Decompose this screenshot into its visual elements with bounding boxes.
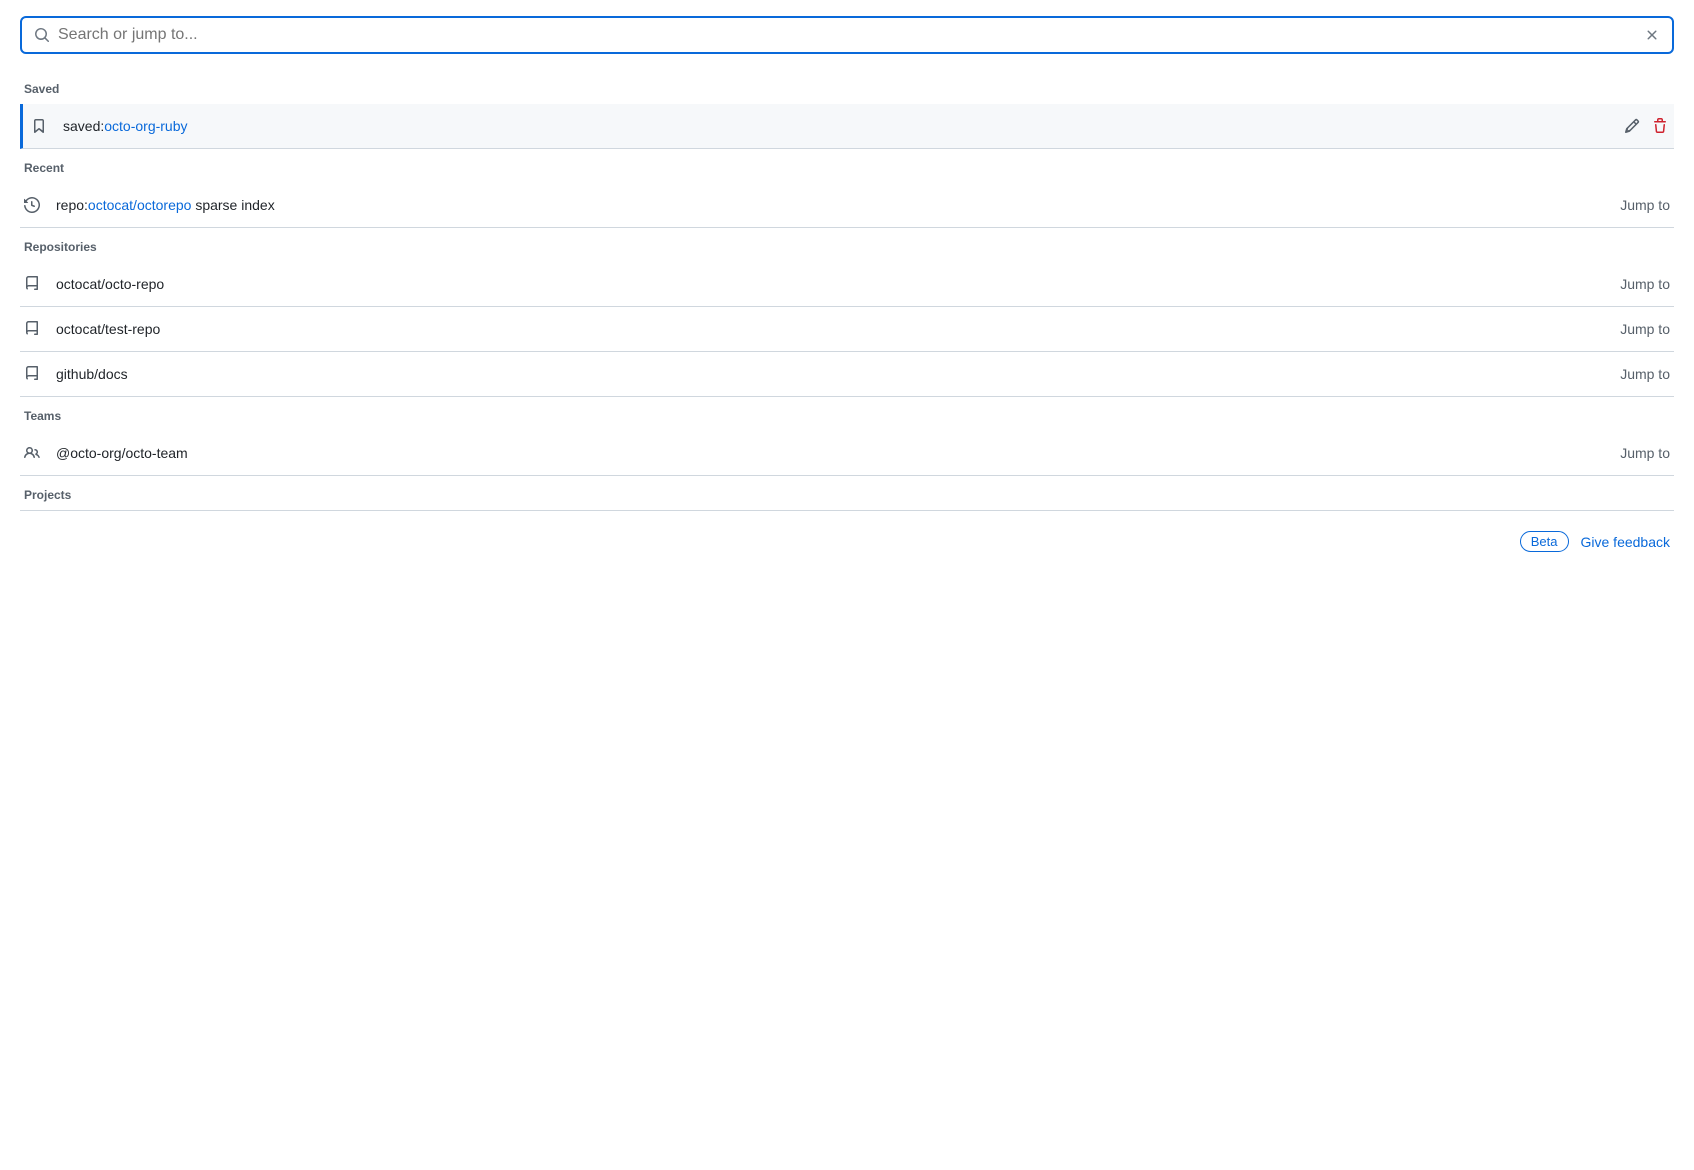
team-item-left: @octo-org/octo-team (24, 443, 188, 463)
projects-divider (20, 510, 1674, 511)
repo-item-text-1: octocat/octo-repo (56, 276, 164, 292)
recent-item-suffix: sparse index (191, 197, 274, 213)
repo-item-text-2: octocat/test-repo (56, 321, 160, 337)
delete-saved-button[interactable] (1650, 116, 1670, 136)
saved-section-title: Saved (20, 74, 1674, 104)
repo-item-octocat-octo-repo[interactable]: octocat/octo-repo Jump to (20, 262, 1674, 307)
repo-item-text-3: github/docs (56, 366, 128, 382)
recent-item-left: repo:octocat/octorepo sparse index (24, 195, 275, 215)
footer: Beta Give feedback (20, 515, 1674, 560)
team-jump-to: Jump to (1620, 445, 1670, 461)
saved-section: Saved saved:octo-org-ruby (20, 74, 1674, 149)
recent-item-text: repo:octocat/octorepo sparse index (56, 197, 275, 213)
search-icon (34, 27, 50, 43)
recent-jump-to: Jump to (1620, 197, 1670, 213)
edit-saved-button[interactable] (1622, 116, 1642, 136)
teams-section-title: Teams (20, 401, 1674, 431)
repo-item-left-2: octocat/test-repo (24, 319, 160, 339)
projects-section-title: Projects (20, 480, 1674, 510)
bookmark-icon (31, 116, 51, 136)
history-icon (24, 195, 44, 215)
repositories-section-title: Repositories (20, 232, 1674, 262)
saved-item-link: octo-org-ruby (104, 118, 187, 134)
saved-item-octo-org-ruby[interactable]: saved:octo-org-ruby (20, 104, 1674, 149)
search-dropdown: Saved saved:octo-org-ruby (0, 0, 1694, 576)
search-input[interactable] (58, 26, 1636, 44)
team-item-octo-org-octo-team[interactable]: @octo-org/octo-team Jump to (20, 431, 1674, 476)
recent-section-title: Recent (20, 153, 1674, 183)
repo-item-left-1: octocat/octo-repo (24, 274, 164, 294)
repo-item-left-3: github/docs (24, 364, 128, 384)
saved-item-left: saved:octo-org-ruby (31, 116, 188, 136)
beta-badge: Beta (1520, 531, 1569, 552)
repo-jump-to-3: Jump to (1620, 366, 1670, 382)
search-bar-wrapper (20, 16, 1674, 54)
recent-item-octocat-octorepo[interactable]: repo:octocat/octorepo sparse index Jump … (20, 183, 1674, 228)
projects-section: Projects (20, 480, 1674, 511)
repo-icon-3 (24, 364, 44, 384)
repo-icon-1 (24, 274, 44, 294)
recent-section: Recent repo:octocat/octorepo sparse inde… (20, 153, 1674, 228)
repositories-section: Repositories octocat/octo-repo Jump to (20, 232, 1674, 397)
search-bar[interactable] (20, 16, 1674, 54)
give-feedback-link[interactable]: Give feedback (1581, 534, 1671, 550)
team-item-text: @octo-org/octo-team (56, 445, 188, 461)
saved-item-text: saved:octo-org-ruby (63, 118, 188, 134)
people-icon (24, 443, 44, 463)
repo-jump-to-2: Jump to (1620, 321, 1670, 337)
recent-item-link: octocat/octorepo (88, 197, 192, 213)
repo-item-octocat-test-repo[interactable]: octocat/test-repo Jump to (20, 307, 1674, 352)
repo-icon-2 (24, 319, 44, 339)
clear-icon[interactable] (1644, 27, 1660, 43)
repo-item-github-docs[interactable]: github/docs Jump to (20, 352, 1674, 397)
teams-section: Teams @octo-org/octo-team Jump to (20, 401, 1674, 476)
repo-jump-to-1: Jump to (1620, 276, 1670, 292)
saved-item-actions (1622, 116, 1670, 136)
